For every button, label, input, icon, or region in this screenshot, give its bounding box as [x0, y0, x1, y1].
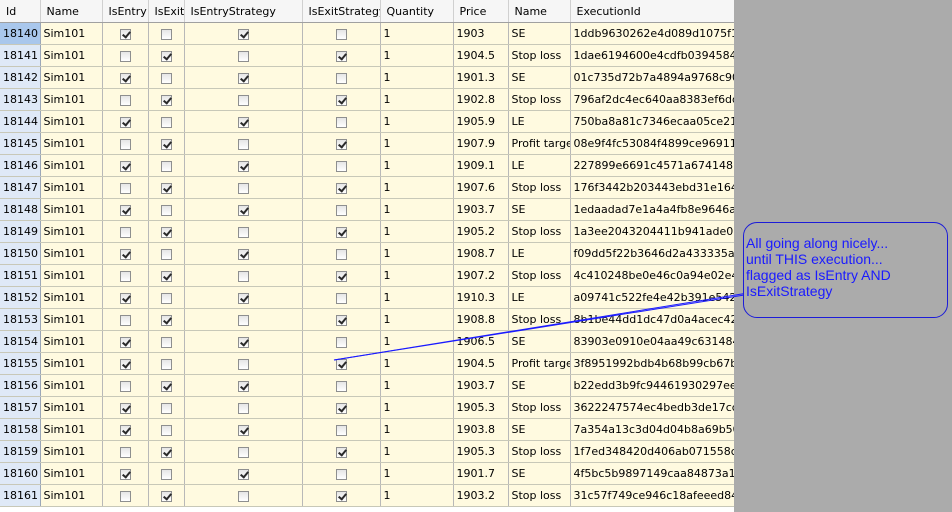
annotation-text: All going along nicely... until THIS exe…: [746, 235, 948, 299]
annotation-arrow-line-2: [333, 292, 758, 361]
annotation-line: All going along nicely...: [746, 235, 889, 251]
annotation-line: flagged as IsEntry AND: [746, 267, 891, 283]
annotation-line: IsExitStrategy: [746, 283, 833, 299]
annotation-line: until THIS execution...: [746, 251, 883, 267]
